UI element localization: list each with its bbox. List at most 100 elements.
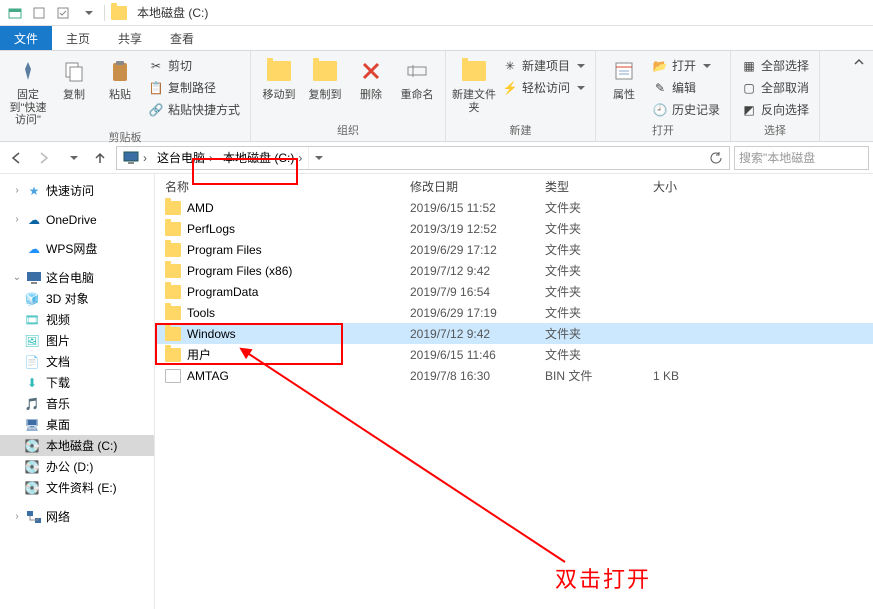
table-row[interactable]: ProgramData2019/7/9 16:54文件夹 xyxy=(155,281,873,302)
table-row[interactable]: Program Files (x86)2019/7/12 9:42文件夹 xyxy=(155,260,873,281)
edit-icon: ✎ xyxy=(652,80,668,96)
group-new: 新建文件夹 ✳新建项目 ⚡轻松访问 新建 xyxy=(446,51,596,141)
delete-button[interactable]: 删除 xyxy=(349,53,393,102)
folder-icon: 🎵 xyxy=(24,396,40,412)
sidebar-onedrive[interactable]: ›☁OneDrive xyxy=(0,209,154,230)
tab-share[interactable]: 共享 xyxy=(104,26,156,50)
paste-button[interactable]: 粘贴 xyxy=(98,53,142,102)
sidebar-item[interactable]: 🖼图片 xyxy=(0,330,154,351)
window-folder-icon xyxy=(111,6,127,20)
pin-button[interactable]: 固定到"快速访问" xyxy=(6,53,50,127)
sidebar-item[interactable]: 💽本地磁盘 (C:) xyxy=(0,435,154,456)
qat-unknown-1[interactable] xyxy=(28,2,50,24)
sidebar-item[interactable]: 🎵音乐 xyxy=(0,393,154,414)
properties-button[interactable]: 属性 xyxy=(602,53,646,102)
pc-icon xyxy=(26,270,42,286)
copy-button[interactable]: 复制 xyxy=(52,53,96,102)
open-button[interactable]: 📂打开 xyxy=(648,55,724,76)
table-row[interactable]: Program Files2019/6/29 17:12文件夹 xyxy=(155,239,873,260)
up-button[interactable] xyxy=(88,146,112,170)
table-row[interactable]: 用户2019/6/15 11:46文件夹 xyxy=(155,344,873,365)
qat-unknown-2[interactable] xyxy=(52,2,74,24)
recent-dropdown[interactable] xyxy=(60,146,84,170)
sidebar-this-pc[interactable]: ⌄这台电脑 xyxy=(0,267,154,288)
breadcrumb-pc[interactable]: 这台电脑› xyxy=(153,147,217,169)
table-row[interactable]: Tools2019/6/29 17:19文件夹 xyxy=(155,302,873,323)
select-all-button[interactable]: ▦全部选择 xyxy=(737,55,813,76)
ribbon-collapse-icon[interactable] xyxy=(849,52,869,72)
folder-icon xyxy=(165,201,181,215)
sidebar: ›★快速访问 ›☁OneDrive ☁WPS网盘 ⌄这台电脑 🧊3D 对象🎞视频… xyxy=(0,174,155,609)
annotation-text: 双击打开 xyxy=(555,562,651,594)
group-select: ▦全部选择 ▢全部取消 ◩反向选择 选择 xyxy=(731,51,820,141)
folder-icon xyxy=(165,222,181,236)
tab-home[interactable]: 主页 xyxy=(52,26,104,50)
search-input[interactable]: 搜索"本地磁盘 xyxy=(734,146,869,170)
copy-to-button[interactable]: 复制到 xyxy=(303,53,347,102)
table-row[interactable]: AMD2019/6/15 11:52文件夹 xyxy=(155,197,873,218)
paste-icon xyxy=(104,55,136,87)
sidebar-item[interactable]: 💽文件资料 (E:) xyxy=(0,477,154,498)
easy-access-button[interactable]: ⚡轻松访问 xyxy=(498,77,589,98)
folder-icon: 💽 xyxy=(24,438,40,454)
qat-dropdown[interactable] xyxy=(76,2,98,24)
sidebar-item[interactable]: ⬇下载 xyxy=(0,372,154,393)
easy-access-icon: ⚡ xyxy=(502,80,518,96)
open-icon: 📂 xyxy=(652,58,668,74)
history-button[interactable]: 🕘历史记录 xyxy=(648,99,724,120)
forward-button[interactable] xyxy=(32,146,56,170)
folder-icon: 🎞 xyxy=(24,312,40,328)
sidebar-item[interactable]: 🧊3D 对象 xyxy=(0,288,154,309)
window-title: 本地磁盘 (C:) xyxy=(137,4,208,21)
rename-button[interactable]: 重命名 xyxy=(395,53,439,102)
new-item-icon: ✳ xyxy=(502,58,518,74)
new-item-button[interactable]: ✳新建项目 xyxy=(498,55,589,76)
folder-icon xyxy=(165,264,181,278)
qat-icon-app[interactable] xyxy=(4,2,26,24)
sidebar-network[interactable]: ›网络 xyxy=(0,506,154,527)
sidebar-wps[interactable]: ☁WPS网盘 xyxy=(0,238,154,259)
folder-icon: 🖼 xyxy=(24,333,40,349)
table-row[interactable]: Windows2019/7/12 9:42文件夹 xyxy=(155,323,873,344)
select-none-button[interactable]: ▢全部取消 xyxy=(737,77,813,98)
file-pane: 名称 修改日期 类型 大小 AMD2019/6/15 11:52文件夹PerfL… xyxy=(155,174,873,609)
sidebar-quick-access[interactable]: ›★快速访问 xyxy=(0,180,154,201)
ribbon-tabs: 文件 主页 共享 查看 xyxy=(0,26,873,50)
col-size[interactable]: 大小 xyxy=(653,178,733,195)
move-icon xyxy=(263,55,295,87)
edit-button[interactable]: ✎编辑 xyxy=(648,77,724,98)
pin-icon xyxy=(12,55,44,87)
group-organize: 移动到 复制到 删除 重命名 组织 xyxy=(251,51,446,141)
back-button[interactable] xyxy=(4,146,28,170)
copy-icon xyxy=(58,55,90,87)
col-date[interactable]: 修改日期 xyxy=(410,178,545,195)
sidebar-item[interactable]: 🖥桌面 xyxy=(0,414,154,435)
sidebar-item[interactable]: 📄文档 xyxy=(0,351,154,372)
folder-icon: 💽 xyxy=(24,459,40,475)
invert-button[interactable]: ◩反向选择 xyxy=(737,99,813,120)
pc-icon[interactable]: › xyxy=(119,147,151,169)
tab-file[interactable]: 文件 xyxy=(0,26,52,50)
cut-button[interactable]: ✂剪切 xyxy=(144,55,244,76)
refresh-button[interactable] xyxy=(705,151,727,165)
tab-view[interactable]: 查看 xyxy=(156,26,208,50)
cloud-icon: ☁ xyxy=(26,212,42,228)
address-bar[interactable]: › 这台电脑› 本地磁盘 (C:)› xyxy=(116,146,730,170)
table-row[interactable]: AMTAG2019/7/8 16:30BIN 文件1 KB xyxy=(155,365,873,386)
table-row[interactable]: PerfLogs2019/3/19 12:52文件夹 xyxy=(155,218,873,239)
sidebar-item[interactable]: 🎞视频 xyxy=(0,309,154,330)
properties-icon xyxy=(608,55,640,87)
move-to-button[interactable]: 移动到 xyxy=(257,53,301,102)
breadcrumb-drive[interactable]: 本地磁盘 (C:)› xyxy=(219,147,306,169)
col-name[interactable]: 名称 xyxy=(165,178,410,195)
address-dropdown[interactable] xyxy=(308,147,326,169)
col-type[interactable]: 类型 xyxy=(545,178,653,195)
sidebar-item[interactable]: 💽办公 (D:) xyxy=(0,456,154,477)
column-headers[interactable]: 名称 修改日期 类型 大小 xyxy=(155,174,873,197)
group-open: 属性 📂打开 ✎编辑 🕘历史记录 打开 xyxy=(596,51,731,141)
copy-path-button[interactable]: 📋复制路径 xyxy=(144,77,244,98)
rename-icon xyxy=(401,55,433,87)
folder-icon xyxy=(165,327,181,341)
paste-shortcut-button[interactable]: 🔗粘贴快捷方式 xyxy=(144,99,244,120)
new-folder-button[interactable]: 新建文件夹 xyxy=(452,53,496,114)
